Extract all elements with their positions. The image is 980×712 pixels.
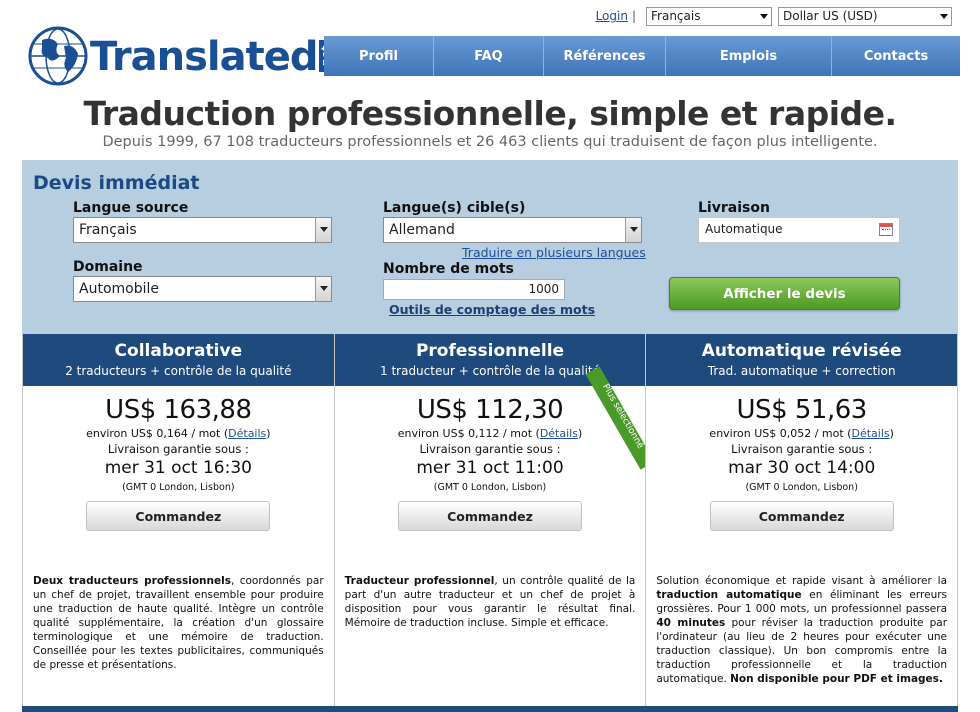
delivery-field[interactable]: Automatique xyxy=(698,217,900,243)
plan-header: Automatique révisée Trad. automatique + … xyxy=(646,334,958,386)
source-language-value: Français xyxy=(79,222,137,238)
nav-profil[interactable]: Profil xyxy=(324,36,434,76)
plan-price: US$ 51,63 xyxy=(736,395,868,425)
logo[interactable]: Translated net xyxy=(28,26,333,86)
chevron-down-icon xyxy=(315,277,331,301)
separator: | xyxy=(631,9,636,23)
domain-value: Automobile xyxy=(79,281,159,297)
timezone: (GMT 0 London, Lisbon) xyxy=(745,482,858,493)
target-language-value: Allemand xyxy=(389,222,455,238)
price-per-word: environ US$ 0,112 / mot (Détails) xyxy=(397,427,583,440)
price-per-word: environ US$ 0,052 / mot (Détails) xyxy=(709,427,894,440)
plan-title: Professionnelle xyxy=(415,341,565,361)
order-button[interactable]: Commandez xyxy=(86,501,271,531)
chevron-down-icon xyxy=(315,218,331,242)
chevron-down-icon xyxy=(625,218,641,242)
plan-title: Collaborative xyxy=(114,341,243,361)
word-count-input[interactable]: 1000 xyxy=(383,279,565,300)
target-language-select[interactable]: Allemand xyxy=(383,217,642,243)
word-count-tools-link[interactable]: Outils de comptage des mots xyxy=(389,302,595,317)
plan-price: US$ 112,30 xyxy=(416,395,564,425)
nav-emplois[interactable]: Emplois xyxy=(666,36,832,76)
source-language-select[interactable]: Français xyxy=(73,217,332,243)
plan-description: Traducteur professionnel, un contrôle qu… xyxy=(344,575,636,629)
delivery-label: Livraison xyxy=(698,200,770,216)
language-select[interactable]: Français xyxy=(646,6,772,26)
word-count-label: Nombre de mots xyxy=(383,261,514,277)
order-button[interactable]: Commandez xyxy=(398,501,582,531)
plan-description: Solution économique et rapide visant à a… xyxy=(656,575,948,685)
timezone: (GMT 0 London, Lisbon) xyxy=(433,482,547,493)
chevron-down-icon xyxy=(940,13,948,19)
currency-select[interactable]: Dollar US (USD) xyxy=(778,6,952,26)
top-bar: Login | Français Dollar US (USD) xyxy=(596,6,952,26)
delivery-date: mer 31 oct 11:00 xyxy=(416,458,564,478)
plan-collaborative: Collaborative 2 traducteurs + contrôle d… xyxy=(23,334,335,712)
details-link[interactable]: Détails xyxy=(851,427,889,440)
chevron-down-icon xyxy=(760,13,768,19)
plan-automatic-revised: Automatique révisée Trad. automatique + … xyxy=(646,334,959,712)
delivery-date: mar 30 oct 14:00 xyxy=(728,458,876,478)
price-per-word: environ US$ 0,164 / mot (Détails) xyxy=(86,427,271,440)
plan-price: US$ 163,88 xyxy=(105,395,252,425)
domain-label: Domaine xyxy=(73,259,143,275)
details-link[interactable]: Détails xyxy=(540,427,578,440)
bottom-bar xyxy=(22,706,958,712)
page-title: Traduction professionnelle, simple et ra… xyxy=(83,94,897,133)
globe-icon xyxy=(28,26,88,86)
nav-contacts[interactable]: Contacts xyxy=(832,36,960,76)
delivery-guarantee: Livraison garantie sous : xyxy=(731,442,873,456)
logo-text: Translated xyxy=(90,34,318,80)
quote-panel: Devis immédiat Langue source Français Do… xyxy=(22,160,958,334)
details-link[interactable]: Détails xyxy=(228,427,266,440)
target-language-label: Langue(s) cible(s) xyxy=(383,200,526,216)
plan-subtitle: Trad. automatique + correction xyxy=(707,364,896,378)
plan-title: Automatique révisée xyxy=(701,341,902,361)
nav-faq[interactable]: FAQ xyxy=(434,36,544,76)
plan-subtitle: 2 traducteurs + contrôle de la qualité xyxy=(65,364,292,378)
show-quote-button[interactable]: Afficher le devis xyxy=(669,277,900,310)
login-link[interactable]: Login xyxy=(596,9,628,23)
source-language-label: Langue source xyxy=(73,200,189,216)
delivery-value: Automatique xyxy=(705,222,783,236)
main-nav: Profil FAQ Références Emplois Contacts xyxy=(324,36,960,76)
nav-references[interactable]: Références xyxy=(544,36,666,76)
language-value: Français xyxy=(651,9,701,23)
currency-value: Dollar US (USD) xyxy=(783,9,878,23)
page-subtitle: Depuis 1999, 67 108 traducteurs professi… xyxy=(102,134,878,150)
plan-description: Deux traducteurs professionnels, coordon… xyxy=(33,575,324,671)
order-button[interactable]: Commandez xyxy=(709,501,894,531)
plan-professional: Professionnelle 1 traducteur + contrôle … xyxy=(334,334,647,712)
delivery-guarantee: Livraison garantie sous : xyxy=(107,442,249,456)
delivery-date: mer 31 oct 16:30 xyxy=(104,458,252,478)
plan-header: Collaborative 2 traducteurs + contrôle d… xyxy=(23,334,334,386)
delivery-guarantee: Livraison garantie sous : xyxy=(419,442,561,456)
multi-language-link[interactable]: Traduire en plusieurs langues xyxy=(462,245,646,260)
timezone: (GMT 0 London, Lisbon) xyxy=(122,482,235,493)
domain-select[interactable]: Automobile xyxy=(73,276,332,302)
quote-title: Devis immédiat xyxy=(33,172,200,194)
calendar-icon[interactable] xyxy=(879,223,893,236)
plans: Collaborative 2 traducteurs + contrôle d… xyxy=(22,334,959,712)
